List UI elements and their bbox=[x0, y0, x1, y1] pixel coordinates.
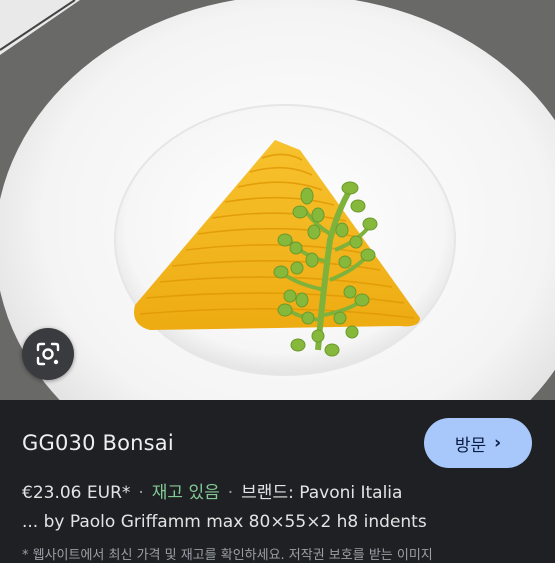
plated-dessert-photo bbox=[0, 0, 555, 400]
product-meta: €23.06 EUR* · 재고 있음 · 브랜드: Pavoni Italia bbox=[22, 478, 402, 503]
visit-button[interactable]: 방문 › bbox=[424, 418, 532, 468]
stock-status: 재고 있음 bbox=[151, 483, 220, 503]
chevron-right-icon: › bbox=[494, 433, 502, 453]
visit-button-label: 방문 bbox=[454, 435, 487, 456]
product-price: €23.06 EUR* bbox=[22, 483, 131, 503]
product-description: ... by Paolo Griffamm max 80×55×2 h8 ind… bbox=[22, 512, 427, 532]
product-image[interactable] bbox=[0, 0, 555, 400]
product-title[interactable]: GG030 Bonsai bbox=[22, 431, 174, 455]
product-brand: 브랜드: Pavoni Italia bbox=[241, 483, 403, 503]
separator-dot: · bbox=[138, 483, 144, 503]
price-notice: * 웹사이트에서 최신 가격 및 재고를 확인하세요. 저작권 보호를 받는 이… bbox=[22, 548, 433, 563]
google-lens-icon bbox=[36, 342, 60, 366]
google-lens-button[interactable] bbox=[22, 328, 74, 380]
separator-dot: · bbox=[227, 483, 234, 503]
